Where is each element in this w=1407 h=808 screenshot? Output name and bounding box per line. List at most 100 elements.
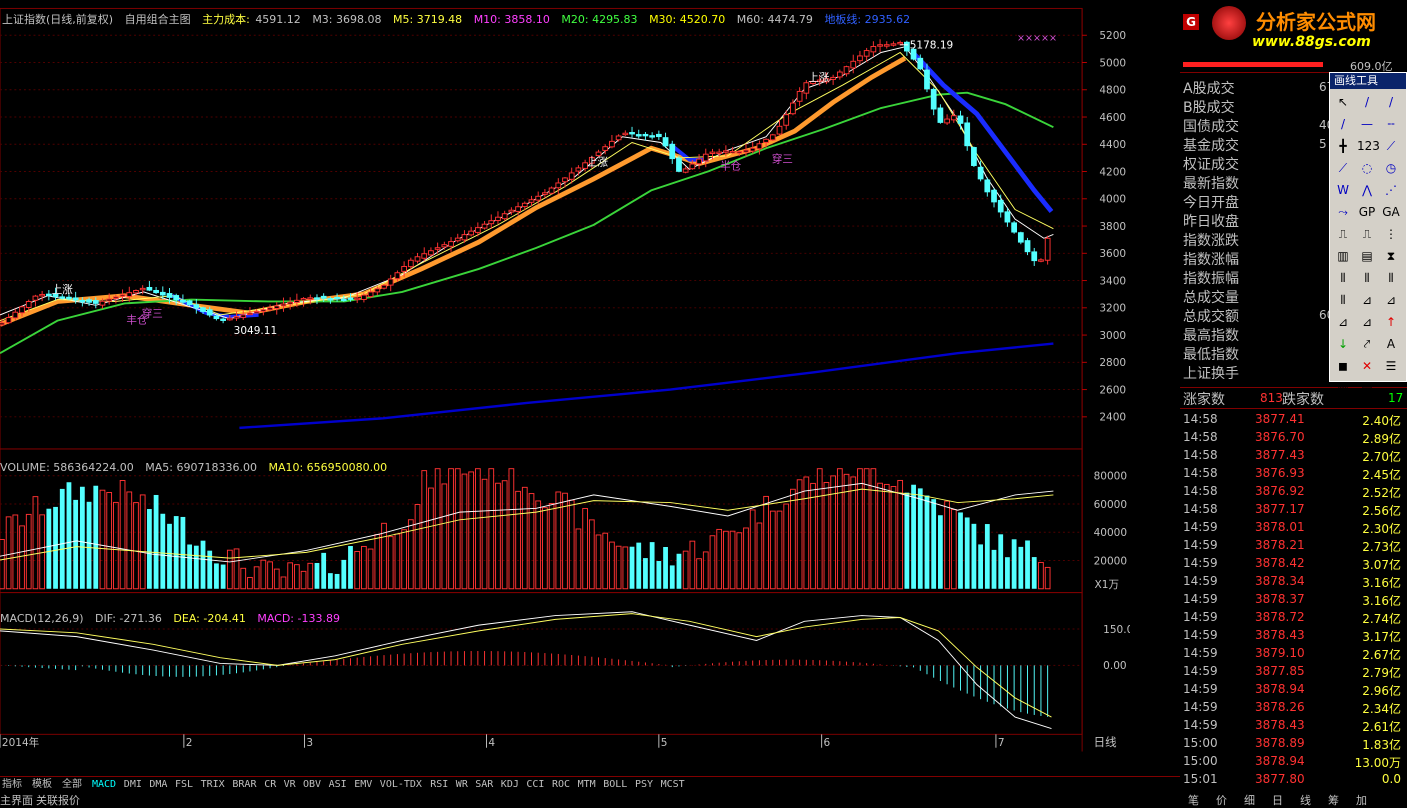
volume-bar bbox=[1044, 566, 1051, 590]
indicator-tab-模板[interactable]: 模板 bbox=[30, 778, 54, 792]
price-tick: 2600 bbox=[1099, 384, 1126, 396]
draw-tool-14[interactable]: ⋰ bbox=[1381, 180, 1401, 200]
indicator-tab-dma[interactable]: DMA bbox=[147, 778, 169, 792]
draw-tool-39[interactable]: ▦ bbox=[1333, 378, 1353, 398]
candle-body bbox=[19, 306, 25, 314]
g-badge[interactable]: G bbox=[1183, 14, 1199, 30]
draw-tool-21[interactable]: ▥ bbox=[1333, 246, 1353, 266]
indicator-tab-trix[interactable]: TRIX bbox=[199, 778, 227, 792]
indicator-tab-dmi[interactable]: DMI bbox=[122, 778, 144, 792]
draw-tool-35[interactable]: A bbox=[1381, 334, 1401, 354]
draw-tool-4[interactable]: — bbox=[1357, 114, 1377, 134]
draw-tool-24[interactable]: ⫴ bbox=[1333, 268, 1353, 288]
candle-body bbox=[964, 122, 971, 147]
macd-value: MACD: -133.89 bbox=[257, 612, 340, 625]
indicator-tab-asi[interactable]: ASI bbox=[327, 778, 349, 792]
volume-bar bbox=[160, 513, 166, 589]
month-label: 4 bbox=[488, 737, 495, 749]
draw-tool-36[interactable]: ◼ bbox=[1333, 356, 1353, 376]
candle-body bbox=[374, 288, 381, 293]
indicator-tab-wr[interactable]: WR bbox=[454, 778, 470, 792]
draw-tool-6[interactable]: ╋ bbox=[1333, 136, 1353, 156]
draw-tool-18[interactable]: ⎍ bbox=[1333, 224, 1353, 244]
candle-body bbox=[99, 300, 106, 306]
volume-bar bbox=[958, 512, 963, 589]
draw-tool-9[interactable]: ⟋ bbox=[1333, 158, 1353, 178]
indicator-tab-sar[interactable]: SAR bbox=[473, 778, 495, 792]
candle-body bbox=[146, 287, 153, 291]
indicator-tab-mtm[interactable]: MTM bbox=[576, 778, 598, 792]
draw-tool-15[interactable]: ⤳ bbox=[1333, 202, 1353, 222]
tick-price: 3878.01 bbox=[1255, 520, 1305, 534]
draw-tool-40[interactable]: ▭ bbox=[1357, 378, 1377, 398]
indicator-tab-obv[interactable]: OBV bbox=[301, 778, 323, 792]
indicator-tab-mcst[interactable]: MCST bbox=[659, 778, 687, 792]
draw-tool-12[interactable]: W bbox=[1333, 180, 1353, 200]
draw-tool-23[interactable]: ⧗ bbox=[1381, 246, 1401, 266]
draw-tool-2[interactable]: / bbox=[1381, 92, 1401, 112]
price-tick: 3800 bbox=[1099, 221, 1126, 233]
indicator-tab-brar[interactable]: BRAR bbox=[230, 778, 258, 792]
draw-tool-7[interactable]: 123 bbox=[1357, 136, 1380, 156]
indicator-tab-vr[interactable]: VR bbox=[282, 778, 298, 792]
indicator-tab-macd[interactable]: MACD bbox=[90, 778, 118, 792]
indicator-tab-全部[interactable]: 全部 bbox=[60, 778, 84, 792]
indicator-tab-fsl[interactable]: FSL bbox=[173, 778, 195, 792]
draw-tool-10[interactable]: ◌ bbox=[1357, 158, 1377, 178]
draw-tool-27[interactable]: ⫴ bbox=[1333, 290, 1353, 310]
draw-tool-16[interactable]: GP bbox=[1357, 202, 1377, 222]
candle-body bbox=[407, 259, 414, 268]
draw-tool-30[interactable]: ⊿ bbox=[1333, 312, 1353, 332]
tick-list[interactable]: 14:58 3877.41 2.40亿 14:58 3876.70 2.89亿 14:58 3… bbox=[1180, 410, 1407, 790]
indicator-tab-emv[interactable]: EMV bbox=[352, 778, 374, 792]
draw-tool-31[interactable]: ⊿ bbox=[1357, 312, 1377, 332]
draw-tool-19[interactable]: ⎍ bbox=[1357, 224, 1377, 244]
drawing-tools-palette[interactable]: 画线工具 ↖ / / / — ╌ ╋ 123 ⟋ ⟋ ◌ ◷ W ⋀ ⋰ ⤳ GP GA ⎍ ⎍ ⋮ ▥ ▤ ⧗ ⫴ ⫴ ⫴ ⫴ ⊿ ⊿ ⊿… bbox=[1329, 72, 1407, 395]
indicator-tab-cci[interactable]: CCI bbox=[524, 778, 546, 792]
indicator-tab-指标[interactable]: 指标 bbox=[0, 778, 24, 792]
candle-body bbox=[729, 151, 736, 154]
kline-chart[interactable]: 5200500048004600440042004000380036003400… bbox=[0, 0, 1130, 760]
volume-bar bbox=[414, 504, 421, 590]
draw-tool-29[interactable]: ⊿ bbox=[1381, 290, 1401, 310]
draw-tool-26[interactable]: ⫴ bbox=[1381, 268, 1401, 288]
candle-body bbox=[783, 114, 790, 126]
draw-tool-1[interactable]: / bbox=[1357, 92, 1377, 112]
draw-tool-0[interactable]: ↖ bbox=[1333, 92, 1353, 112]
indicator-tab-kdj[interactable]: KDJ bbox=[499, 778, 521, 792]
indicator-tab-vol-tdx[interactable]: VOL-TDX bbox=[378, 778, 424, 792]
tick-volume: 2.61亿 bbox=[1362, 720, 1401, 734]
draw-tool-32[interactable]: ↑ bbox=[1381, 312, 1401, 332]
draw-tool-17[interactable]: GA bbox=[1381, 202, 1401, 222]
draw-tool-37[interactable]: ✕ bbox=[1357, 356, 1377, 376]
draw-tool-38[interactable]: ☰ bbox=[1381, 356, 1401, 376]
draw-tool-11[interactable]: ◷ bbox=[1381, 158, 1401, 178]
tick-row: 15:01 3877.80 0.0 bbox=[1180, 770, 1407, 788]
field-14: 最低指数 bbox=[1183, 347, 1239, 363]
candle-body bbox=[575, 167, 582, 172]
draw-tool-13[interactable]: ⋀ bbox=[1357, 180, 1377, 200]
candle-body bbox=[917, 57, 924, 70]
tick-price: 3877.85 bbox=[1255, 664, 1305, 678]
draw-tool-8[interactable]: ⟋ bbox=[1381, 136, 1401, 156]
period-label[interactable]: 日线 bbox=[1094, 735, 1117, 749]
indicator-tab-boll[interactable]: BOLL bbox=[601, 778, 629, 792]
indicator-tab-psy[interactable]: PSY bbox=[633, 778, 655, 792]
draw-tool-25[interactable]: ⫴ bbox=[1357, 268, 1377, 288]
candle-body bbox=[950, 115, 957, 121]
indicator-tab-roc[interactable]: ROC bbox=[550, 778, 572, 792]
draw-tool-22[interactable]: ▤ bbox=[1357, 246, 1377, 266]
draw-tool-34[interactable]: ⤤ bbox=[1357, 334, 1377, 354]
candle-body bbox=[568, 172, 575, 180]
draw-tool-33[interactable]: ↓ bbox=[1333, 334, 1353, 354]
indicator-tab-cr[interactable]: CR bbox=[262, 778, 278, 792]
tick-row: 14:59 3878.26 2.34亿 bbox=[1180, 698, 1407, 716]
draw-tool-5[interactable]: ╌ bbox=[1381, 114, 1401, 134]
tick-time: 14:58 bbox=[1183, 412, 1218, 426]
candle-body bbox=[743, 149, 749, 153]
volume-bar bbox=[307, 562, 314, 590]
indicator-tab-rsi[interactable]: RSI bbox=[428, 778, 450, 792]
draw-tool-20[interactable]: ⋮ bbox=[1381, 224, 1401, 244]
draw-tool-28[interactable]: ⊿ bbox=[1357, 290, 1377, 310]
draw-tool-3[interactable]: / bbox=[1333, 114, 1353, 134]
